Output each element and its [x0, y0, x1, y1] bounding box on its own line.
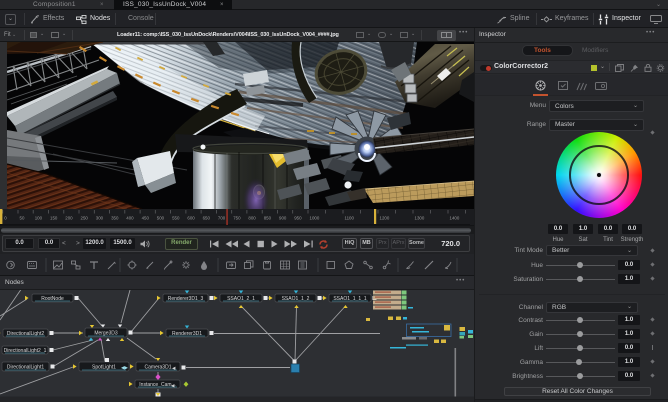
svg-text:750: 750 [233, 216, 241, 221]
svg-text:700: 700 [218, 216, 226, 221]
svg-text:950: 950 [294, 216, 302, 221]
svg-text:1300: 1300 [415, 216, 425, 221]
svg-text:◀: ◀ [172, 366, 176, 371]
svg-text:0: 0 [4, 216, 7, 221]
svg-text:1200: 1200 [380, 216, 390, 221]
svg-text:150: 150 [50, 216, 58, 221]
svg-text:◀▶: ◀▶ [121, 365, 128, 370]
svg-text:850: 850 [264, 216, 272, 221]
svg-text:200: 200 [65, 216, 73, 221]
svg-text:50: 50 [20, 216, 25, 221]
svg-text:800: 800 [248, 216, 256, 221]
svg-text:450: 450 [142, 216, 150, 221]
svg-text:1400: 1400 [450, 216, 460, 221]
svg-text:1000: 1000 [310, 216, 320, 221]
svg-text:SpotLight1: SpotLight1 [92, 364, 116, 370]
svg-text:500: 500 [157, 216, 165, 221]
svg-text:Camera3D1: Camera3D1 [145, 364, 172, 370]
svg-text:100: 100 [35, 216, 43, 221]
svg-text:1100: 1100 [345, 216, 355, 221]
svg-text:250: 250 [81, 216, 89, 221]
svg-text:300: 300 [96, 216, 104, 221]
svg-text:DirectionalLight1: DirectionalLight1 [7, 364, 44, 370]
svg-text:400: 400 [126, 216, 134, 221]
svg-text:600: 600 [187, 216, 195, 221]
svg-text:350: 350 [111, 216, 119, 221]
svg-text:Merge3D3: Merge3D3 [94, 330, 118, 336]
svg-text:◀: ◀ [171, 383, 175, 388]
svg-text:550: 550 [172, 216, 180, 221]
svg-text:650: 650 [203, 216, 211, 221]
svg-text:900: 900 [279, 216, 287, 221]
